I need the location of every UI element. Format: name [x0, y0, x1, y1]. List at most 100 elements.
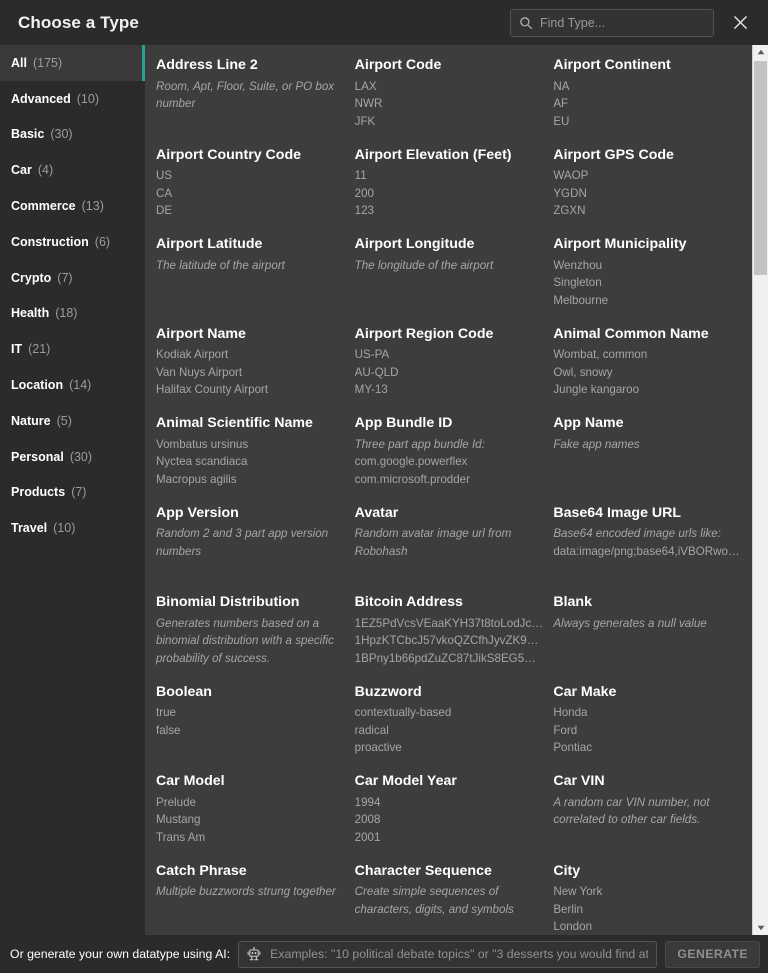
sidebar-item-products[interactable]: Products (7) — [0, 475, 145, 511]
type-card[interactable]: Airport Continent NA AF EU — [553, 57, 752, 147]
type-example: Van Nuys Airport — [156, 365, 243, 379]
sidebar-item-label: Construction — [11, 234, 89, 249]
type-card[interactable]: Car Model Year 1994 2008 2001 — [355, 773, 554, 863]
sidebar-item-it[interactable]: IT (21) — [0, 331, 145, 367]
scrollbar-thumb[interactable] — [754, 61, 767, 275]
type-card[interactable]: App Bundle ID Three part app bundle Id: co… — [355, 415, 554, 505]
type-title: Animal Scientific Name — [156, 415, 313, 431]
type-card[interactable]: Car Model Prelude Mustang Trans Am — [156, 773, 355, 863]
type-example: Wombat, common — [553, 348, 648, 362]
type-card[interactable]: Airport Elevation (Feet) 11 200 123 — [355, 147, 554, 237]
type-card[interactable]: Bitcoin Address 1EZ5PdVcsVEaaKYH37t8toLod… — [355, 594, 554, 684]
sidebar-item-location[interactable]: Location (14) — [0, 367, 145, 403]
type-title: Airport Latitude — [156, 236, 263, 252]
type-example: Jungle kangaroo — [553, 383, 640, 397]
search-icon — [519, 16, 533, 30]
sidebar-item-health[interactable]: Health (18) — [0, 296, 145, 332]
sidebar-item-label: Products — [11, 485, 66, 500]
close-button[interactable] — [726, 9, 754, 37]
ai-prompt-input[interactable]: Examples: "10 political debate topics" o… — [238, 940, 658, 968]
ai-generate-label: Or generate your own datatype using AI: — [10, 947, 231, 961]
sidebar-item-advanced[interactable]: Advanced (10) — [0, 81, 145, 117]
type-card[interactable]: Base64 Image URL Base64 encoded image url… — [553, 505, 752, 595]
type-card[interactable]: Animal Scientific Name Vombatus ursinus Ny… — [156, 415, 355, 505]
sidebar-item-construction[interactable]: Construction (6) — [0, 224, 145, 260]
type-card[interactable]: Binomial Distribution Generates numbers b… — [156, 594, 355, 684]
type-description: The longitude of the airport — [354, 258, 494, 272]
type-list-panel: Address Line 2 Room, Apt, Floor, Suite, o… — [145, 45, 768, 935]
type-card[interactable]: Catch Phrase Multiple buzzwords strung to… — [156, 863, 355, 936]
type-example: 1EZ5PdVcsVEaaKYH37t8toLodJc97eooy6 — [354, 616, 544, 630]
type-card[interactable]: Airport GPS Code WAOP YGDN ZGXN — [553, 147, 752, 237]
sidebar-item-all[interactable]: All (175) — [0, 45, 145, 81]
type-example: 2008 — [354, 813, 381, 827]
type-card[interactable]: Character Sequence Create simple sequence… — [355, 863, 554, 936]
type-card[interactable]: App Name Fake app names — [553, 415, 752, 505]
type-title: Avatar — [354, 504, 399, 521]
ai-generate-bar: Or generate your own datatype using AI: — [0, 935, 768, 973]
page-title: Choose a Type — [18, 12, 139, 32]
type-example: Wenzhou — [553, 258, 603, 272]
type-title: Airport Country Code — [156, 146, 302, 163]
type-card[interactable]: Airport Latitude The latitude of the airp… — [156, 236, 355, 326]
type-card[interactable]: Airport Municipality Wenzhou Singleton Melb… — [553, 236, 752, 326]
type-card[interactable]: Airport Country Code US CA DE — [156, 147, 355, 237]
sidebar-item-car[interactable]: Car (4) — [0, 152, 145, 188]
type-example: JFK — [354, 114, 376, 128]
type-title: Catch Phrase — [156, 862, 247, 879]
type-example: true — [156, 706, 176, 720]
sidebar-item-count: (30) — [50, 127, 73, 142]
type-title: Airport Elevation (Feet) — [354, 146, 512, 163]
type-description: Multiple buzzwords strung together — [156, 885, 336, 899]
type-title: Car Make — [553, 683, 617, 700]
type-card[interactable]: App Version Random 2 and 3 part app versi… — [156, 505, 355, 595]
type-card[interactable]: Avatar Random avatar image url from Roboh… — [355, 505, 554, 595]
type-card[interactable]: Car Make Honda Ford Pontiac — [553, 684, 752, 774]
sidebar-item-label: IT — [11, 342, 23, 357]
sidebar-item-commerce[interactable]: Commerce (13) — [0, 188, 145, 224]
type-example: MY-13 — [354, 383, 388, 397]
sidebar-item-count: (14) — [69, 378, 92, 393]
type-card[interactable]: Airport Name Kodiak Airport Van Nuys Airpo… — [156, 326, 355, 416]
type-example: com.google.powerflex — [354, 455, 468, 469]
sidebar-item-crypto[interactable]: Crypto (7) — [0, 260, 145, 296]
generate-button[interactable]: GENERATE — [665, 940, 760, 968]
type-card[interactable]: Blank Always generates a null value — [553, 594, 752, 684]
type-card[interactable]: Buzzword contextually-based radical proacti… — [355, 684, 554, 774]
sidebar-item-count: (4) — [37, 163, 54, 178]
sidebar-item-label: Basic — [11, 127, 45, 142]
type-grid: Address Line 2 Room, Apt, Floor, Suite, o… — [156, 57, 752, 935]
type-title: Base64 Image URL — [553, 504, 682, 521]
search-input[interactable]: Find Type... — [510, 8, 714, 37]
sidebar-item-count: (10) — [53, 521, 76, 536]
type-example: Pontiac — [553, 741, 592, 755]
dialog-body: All (175) Advanced (10) Basic (30) Car (4) Comme… — [0, 45, 768, 935]
vertical-scrollbar[interactable] — [752, 45, 768, 935]
type-card[interactable]: Airport Code LAX NWR JFK — [355, 57, 554, 147]
type-example: LAX — [354, 79, 377, 93]
type-example: Berlin — [553, 902, 583, 916]
sidebar-item-nature[interactable]: Nature (5) — [0, 403, 145, 439]
sidebar-item-count: (10) — [76, 91, 99, 106]
sidebar-item-count: (175) — [32, 55, 63, 70]
scroll-down-button[interactable] — [753, 921, 768, 935]
type-card[interactable]: Airport Region Code US-PA AU-QLD MY-13 — [355, 326, 554, 416]
type-card[interactable]: Airport Longitude The longitude of the ai… — [355, 236, 554, 326]
type-example: YGDN — [553, 186, 587, 200]
type-card[interactable]: Boolean true false — [156, 684, 355, 774]
type-card[interactable]: Address Line 2 Room, Apt, Floor, Suite, o… — [156, 57, 355, 147]
scroll-up-button[interactable] — [753, 45, 768, 59]
type-example: Owl, snowy — [553, 365, 613, 379]
type-example: CA — [156, 186, 173, 200]
type-title: Boolean — [156, 683, 212, 700]
sidebar-item-travel[interactable]: Travel (10) — [0, 510, 145, 546]
sidebar-item-basic[interactable]: Basic (30) — [0, 117, 145, 153]
type-description: Base64 encoded image urls like: — [553, 527, 721, 541]
type-example: 1994 — [354, 795, 381, 809]
type-card[interactable]: Car VIN A random car VIN number, not corr… — [553, 773, 752, 863]
sidebar-item-personal[interactable]: Personal (30) — [0, 439, 145, 475]
sidebar-item-label: Car — [11, 163, 32, 178]
type-card[interactable]: Animal Common Name Wombat, common Owl, sno… — [553, 326, 752, 416]
type-card[interactable]: City New York Berlin London — [553, 863, 752, 936]
sidebar-item-count: (18) — [55, 306, 78, 321]
